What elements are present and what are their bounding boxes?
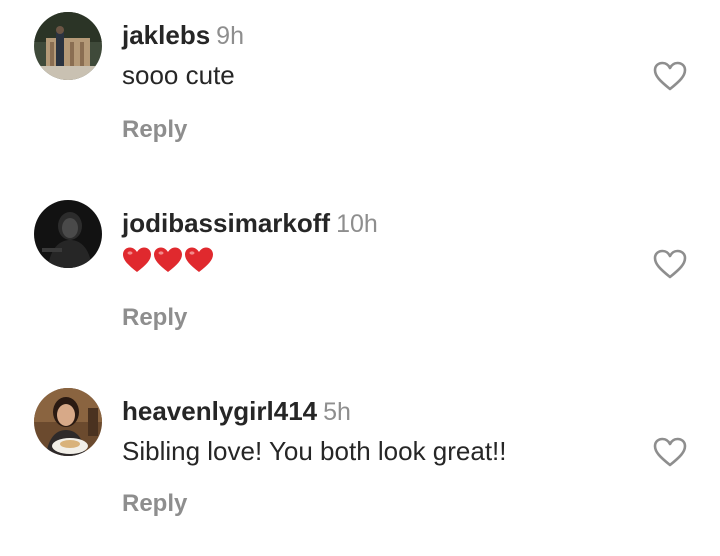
reply-button[interactable]: Reply bbox=[122, 492, 187, 516]
reply-button[interactable]: Reply bbox=[122, 306, 187, 330]
reply-button[interactable]: Reply bbox=[122, 118, 187, 142]
red-heart-emoji-icon bbox=[154, 247, 182, 272]
comment-text: Sibling love! You both look great!! bbox=[122, 436, 507, 466]
comment-emoji-text bbox=[122, 246, 214, 274]
comment-username[interactable]: jodibassimarkoff bbox=[122, 208, 330, 238]
comment-item: heavenlygirl414 5h Sibling love! You both… bbox=[0, 376, 720, 556]
red-heart-emoji-icon bbox=[185, 247, 213, 272]
avatar[interactable] bbox=[34, 388, 102, 456]
red-heart-emoji-icon bbox=[123, 247, 151, 272]
comment-item: jodibassimarkoff 10h Reply bbox=[0, 188, 720, 368]
like-button[interactable] bbox=[652, 60, 688, 92]
heart-outline-icon bbox=[653, 437, 687, 467]
avatar-photo-icon bbox=[34, 12, 102, 80]
avatar[interactable] bbox=[34, 12, 102, 80]
comment-timestamp: 5h bbox=[323, 398, 351, 426]
comment-username[interactable]: jaklebs bbox=[122, 20, 210, 50]
comment-item: jaklebs 9h sooo cute Reply bbox=[0, 0, 720, 180]
comment-timestamp: 9h bbox=[216, 22, 244, 50]
avatar-photo-icon bbox=[34, 388, 102, 456]
comment-text: sooo cute bbox=[122, 60, 235, 90]
like-button[interactable] bbox=[652, 248, 688, 280]
heart-outline-icon bbox=[653, 61, 687, 91]
like-button[interactable] bbox=[652, 436, 688, 468]
comment-timestamp: 10h bbox=[336, 210, 378, 238]
comment-username[interactable]: heavenlygirl414 bbox=[122, 396, 317, 426]
heart-outline-icon bbox=[653, 249, 687, 279]
avatar-photo-icon bbox=[34, 200, 102, 268]
avatar[interactable] bbox=[34, 200, 102, 268]
